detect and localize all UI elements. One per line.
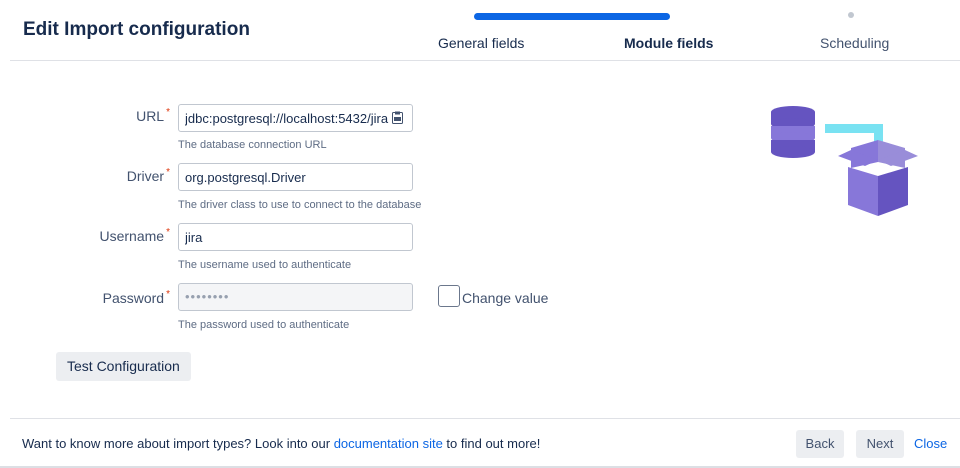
driver-input[interactable]	[185, 164, 412, 190]
password-help-text: The password used to authenticate	[178, 319, 350, 331]
footer-divider	[10, 418, 960, 419]
test-configuration-button[interactable]: Test Configuration	[56, 352, 191, 381]
close-link[interactable]: Close	[914, 436, 947, 451]
footer-text-after: to find out more!	[442, 436, 541, 451]
header-divider	[10, 60, 960, 61]
password-field: ••••••••	[178, 283, 413, 311]
url-help-text: The database connection URL	[178, 139, 327, 151]
step-scheduling[interactable]: Scheduling	[820, 35, 889, 51]
change-value-checkbox[interactable]	[438, 285, 460, 307]
progress-bar-active	[474, 13, 670, 20]
driver-label: Driver *	[126, 167, 170, 184]
step-module-fields[interactable]: Module fields	[624, 35, 713, 51]
driver-help-text: The driver class to use to connect to th…	[178, 199, 422, 211]
step-general-fields[interactable]: General fields	[438, 35, 524, 51]
url-field[interactable]	[178, 104, 413, 132]
box-icon	[838, 140, 918, 216]
url-label: URL *	[136, 107, 170, 124]
documentation-link[interactable]: documentation site	[334, 436, 443, 451]
database-icon	[771, 106, 815, 158]
username-input[interactable]	[185, 224, 412, 250]
page-title: Edit Import configuration	[23, 19, 250, 40]
database-to-box-illustration	[768, 104, 933, 219]
back-button[interactable]: Back	[796, 430, 844, 458]
change-value-label[interactable]: Change value	[462, 290, 548, 306]
next-button[interactable]: Next	[856, 430, 904, 458]
url-input[interactable]	[185, 105, 397, 131]
clipboard-icon[interactable]	[392, 111, 403, 124]
username-help-text: The username used to authenticate	[178, 259, 352, 271]
step-indicator-dot	[848, 12, 854, 18]
footer-text-before: Want to know more about import types? Lo…	[22, 436, 334, 451]
username-field[interactable]	[178, 223, 413, 251]
username-label: Username *	[99, 227, 171, 244]
footer-help-text: Want to know more about import types? Lo…	[22, 436, 540, 451]
password-label: Password *	[102, 289, 170, 306]
driver-field[interactable]	[178, 163, 413, 191]
